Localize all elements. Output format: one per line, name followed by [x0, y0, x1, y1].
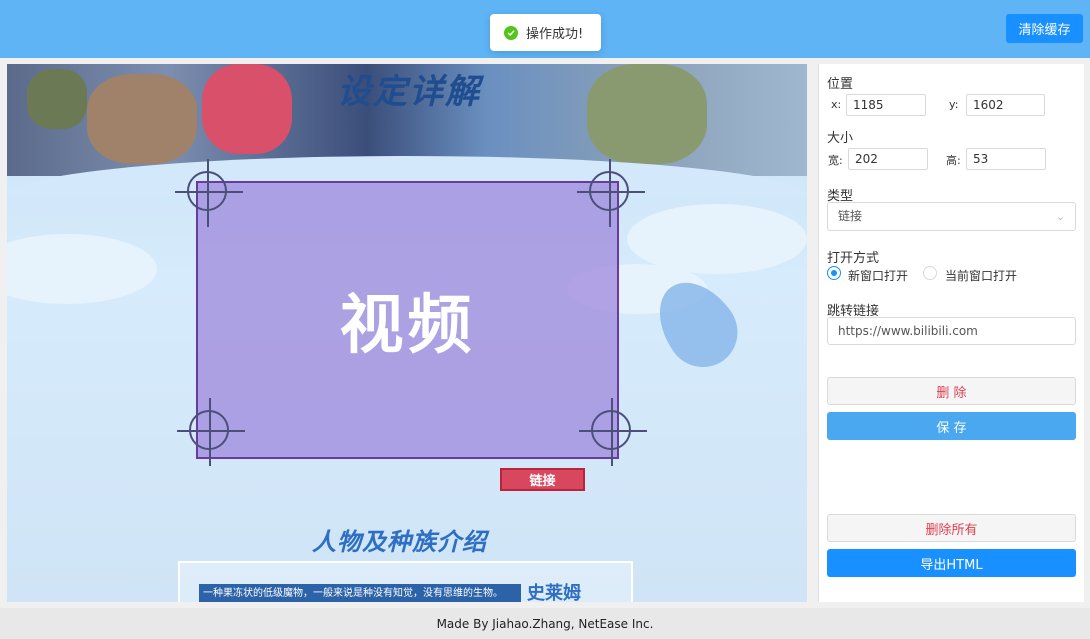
save-button[interactable]: 保 存	[827, 412, 1076, 440]
open-new-window-radio[interactable]	[827, 266, 841, 280]
character-name: 史莱姆	[527, 583, 581, 602]
chevron-down-icon: ⌄	[1055, 210, 1065, 223]
link-url-input[interactable]: https://www.bilibili.com	[827, 317, 1076, 345]
x-input[interactable]: 1185	[846, 94, 926, 116]
open-current-window-label[interactable]: 当前窗口打开	[945, 267, 1017, 284]
cloud-decoration	[7, 234, 157, 304]
character-art	[27, 69, 87, 129]
footer-credit: Made By Jiahao.Zhang, NetEase Inc.	[436, 616, 654, 631]
resize-handle[interactable]	[177, 398, 245, 466]
x-label: x:	[831, 98, 842, 111]
resize-handle[interactable]	[577, 159, 645, 227]
banner-image: 设定详解	[7, 64, 807, 196]
toast-message: 操作成功!	[526, 27, 584, 42]
properties-panel: 位置 x: 1185 y: 1602 大小 宽: 202 高: 53 类型 链接…	[818, 64, 1084, 602]
type-select[interactable]: 链接 ⌄	[827, 202, 1076, 231]
open-current-window-radio[interactable]	[923, 266, 937, 280]
height-label: 高:	[946, 154, 961, 167]
size-label: 大小	[827, 131, 854, 146]
open-mode-label: 打开方式	[827, 251, 880, 266]
page-preview-canvas[interactable]: 设定详解 视频 链接 人物及种族介绍 一种果冻状的低级魔物，一般来说是种没有知觉…	[7, 64, 807, 602]
character-art	[202, 64, 292, 154]
export-html-button[interactable]: 导出HTML	[827, 549, 1076, 577]
footer: Made By Jiahao.Zhang, NetEase Inc.	[0, 608, 1090, 639]
height-input[interactable]: 53	[966, 148, 1046, 170]
clear-cache-button[interactable]: 清除缓存	[1006, 14, 1083, 43]
type-select-value: 链接	[838, 209, 863, 223]
cloud-decoration	[627, 204, 807, 274]
section-title: 人物及种族介绍	[312, 528, 487, 556]
link-hotspot[interactable]: 链接	[500, 468, 585, 491]
resize-handle[interactable]	[579, 398, 647, 466]
character-art	[87, 74, 197, 164]
banner-title: 设定详解	[337, 72, 481, 112]
info-text: 一种果冻状的低级魔物，一般来说是种没有知觉，没有思维的生物。	[199, 584, 521, 602]
check-circle-icon	[504, 25, 518, 40]
resize-handle[interactable]	[175, 159, 243, 227]
width-input[interactable]: 202	[848, 148, 928, 170]
delete-all-button[interactable]: 删除所有	[827, 514, 1076, 542]
overlay-label: 视频	[339, 289, 476, 363]
position-label: 位置	[827, 77, 854, 92]
success-toast: 操作成功!	[490, 14, 601, 51]
open-new-window-label[interactable]: 新窗口打开	[848, 267, 908, 284]
top-bar: 操作成功! 清除缓存	[0, 0, 1090, 58]
video-hotspot-overlay[interactable]: 视频	[196, 181, 619, 459]
width-label: 宽:	[828, 154, 843, 167]
character-art	[587, 64, 707, 164]
y-label: y:	[949, 98, 959, 111]
delete-button[interactable]: 删 除	[827, 377, 1076, 405]
y-input[interactable]: 1602	[966, 94, 1045, 116]
